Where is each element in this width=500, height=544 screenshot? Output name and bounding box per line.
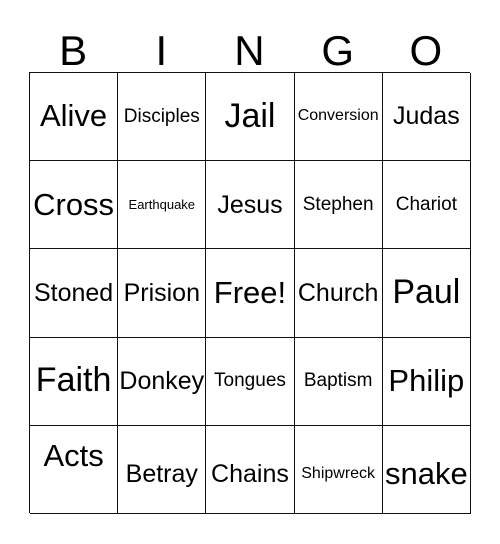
bingo-row: Stoned Prision Free! Church Paul xyxy=(30,249,471,338)
bingo-row: Cross Earthquake Jesus Stephen Chariot xyxy=(30,161,471,250)
bingo-cell[interactable]: Jesus xyxy=(206,161,295,250)
bingo-cell[interactable]: Cross xyxy=(30,161,119,250)
bingo-cell-label: Alive xyxy=(39,98,108,134)
bingo-cell[interactable]: Philip xyxy=(382,337,471,426)
bingo-row: Faith Donkey Tongues Baptism Philip xyxy=(30,337,471,426)
bingo-cell-label: Shipwreck xyxy=(301,464,376,482)
bingo-cell[interactable]: Tongues xyxy=(206,337,295,426)
bingo-cell-label: Jail xyxy=(224,96,276,135)
bingo-cell-label: Conversion xyxy=(297,107,379,125)
bingo-cell[interactable]: Church xyxy=(294,249,383,338)
bingo-cell[interactable]: Stoned xyxy=(30,249,119,338)
bingo-cell[interactable]: Acts xyxy=(30,425,119,514)
bingo-cell-label: Cross xyxy=(33,186,115,222)
bingo-cell-label: Earthquake xyxy=(128,196,196,212)
bingo-cell-label: Disciples xyxy=(123,105,200,127)
bingo-row: Acts Betray Chains Shipwreck snake xyxy=(30,425,471,514)
bingo-cell[interactable]: Stephen xyxy=(294,161,383,250)
bingo-cell[interactable]: Jail xyxy=(206,73,295,162)
bingo-cell-label: snake xyxy=(384,456,468,492)
bingo-cell[interactable]: Faith xyxy=(30,337,119,426)
bingo-cell[interactable]: Disciples xyxy=(118,73,207,162)
bingo-cell-label: Church xyxy=(297,278,379,307)
bingo-free-space[interactable]: Free! xyxy=(206,249,295,338)
bingo-cell-label: Stoned xyxy=(33,278,114,307)
bingo-cell[interactable]: Prision xyxy=(118,249,207,338)
bingo-cell-label: Jesus xyxy=(217,190,283,219)
bingo-cell[interactable]: Betray xyxy=(118,425,207,514)
bingo-row: Alive Disciples Jail Conversion Judas xyxy=(30,73,471,162)
bingo-cell[interactable]: Donkey xyxy=(118,337,207,426)
bingo-header-letter-o: O xyxy=(409,27,443,74)
bingo-header-letter-i: I xyxy=(155,27,168,74)
bingo-cell-label: Stephen xyxy=(302,193,374,215)
bingo-cell[interactable]: snake xyxy=(382,425,471,514)
bingo-grid: Alive Disciples Jail Conversion Judas Cr… xyxy=(29,72,471,514)
bingo-free-space-label: Free! xyxy=(213,274,287,310)
bingo-header-letter-n: N xyxy=(234,27,265,74)
bingo-header-letter-g: G xyxy=(321,27,354,74)
bingo-cell[interactable]: Earthquake xyxy=(118,161,207,250)
bingo-cell-label: Chariot xyxy=(395,193,457,215)
bingo-cell[interactable]: Judas xyxy=(382,73,471,162)
bingo-cell-label: Donkey xyxy=(119,367,205,396)
bingo-cell-label: Tongues xyxy=(214,370,286,392)
bingo-cell-label: Paul xyxy=(392,273,461,312)
bingo-cell-label: Faith xyxy=(35,361,112,400)
bingo-cell[interactable]: Paul xyxy=(382,249,471,338)
bingo-card: B I N G O Alive Disciples Jail Conversio… xyxy=(0,0,500,544)
bingo-cell-label: Baptism xyxy=(303,370,373,392)
bingo-header-letter-b: B xyxy=(59,27,88,74)
bingo-cell[interactable]: Conversion xyxy=(294,73,383,162)
bingo-header: B I N G O xyxy=(29,14,470,72)
bingo-cell[interactable]: Chains xyxy=(206,425,295,514)
bingo-cell-label: Judas xyxy=(392,102,460,131)
bingo-cell-label: Acts xyxy=(43,438,104,474)
bingo-cell-label: Philip xyxy=(388,362,465,398)
bingo-cell[interactable]: Shipwreck xyxy=(294,425,383,514)
bingo-cell[interactable]: Baptism xyxy=(294,337,383,426)
bingo-cell-label: Prision xyxy=(123,278,200,307)
bingo-cell[interactable]: Alive xyxy=(30,73,119,162)
bingo-cell-label: Chains xyxy=(211,460,289,489)
bingo-cell[interactable]: Chariot xyxy=(382,161,471,250)
bingo-cell-label: Betray xyxy=(125,460,198,489)
